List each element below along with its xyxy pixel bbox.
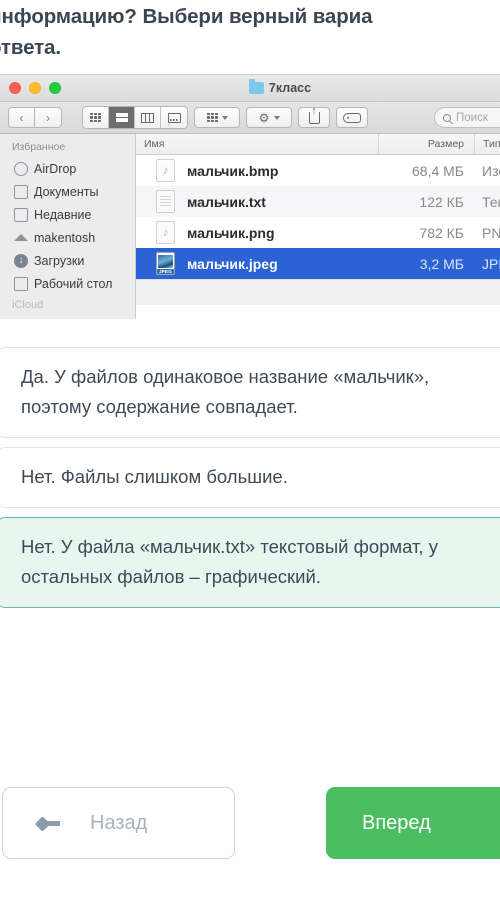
table-row[interactable]: мальчик.txt 122 КБ Текст — [136, 186, 500, 217]
file-name-label: мальчик.png — [187, 224, 275, 241]
arrange-icon — [206, 113, 218, 122]
finder-window: 7класс ‹ › ⚙ ↑ Поиск Избранное AirDrop Д… — [0, 74, 500, 319]
recents-icon — [14, 207, 28, 222]
file-kind-cell: JPEG — [482, 255, 500, 272]
answer-option-3-selected[interactable]: Нет. У файла «мальчик.txt» текстовый фор… — [0, 517, 500, 608]
share-button[interactable] — [298, 107, 330, 128]
view-mode-segmented-control[interactable] — [82, 106, 188, 129]
answer-options-list: Да. У файлов одинаковое название «мальчи… — [0, 347, 500, 617]
music-file-icon: ♪ — [156, 221, 175, 244]
chevron-down-icon — [274, 115, 280, 120]
gear-icon: ⚙ — [258, 110, 270, 125]
file-kind-cell: Изоб...BM — [482, 162, 500, 179]
sidebar-item-label: Документы — [34, 184, 99, 199]
sidebar-item-documents[interactable]: Документы — [0, 180, 135, 203]
question-heading-container: информацию? Выбери верный вариа ответа. — [0, 0, 500, 70]
back-button[interactable]: Назад — [2, 787, 235, 859]
sidebar-item-recents[interactable]: Недавние — [0, 203, 135, 226]
sidebar-section-header: Избранное — [12, 141, 66, 153]
table-row-selected[interactable]: мальчик.jpeg 3,2 МБ JPEG — [136, 248, 500, 279]
sidebar-item-downloads[interactable]: ↓ Загрузки — [0, 249, 135, 272]
finder-status-bar — [136, 279, 500, 305]
finder-file-list: Имя Размер Тип ♪ мальчик.bmp 68,4 МБ Изо… — [136, 134, 500, 319]
search-input[interactable]: Поиск — [434, 107, 500, 128]
documents-icon — [14, 184, 28, 199]
next-button[interactable]: Вперед — [326, 787, 500, 859]
downloads-icon: ↓ — [14, 253, 28, 268]
tag-icon — [343, 112, 361, 123]
zoom-icon[interactable] — [49, 82, 61, 94]
file-name-cell: ♪ мальчик.bmp — [136, 159, 378, 182]
finder-title-label: 7класс — [268, 81, 312, 95]
finder-sidebar: Избранное AirDrop Документы Недавние mak… — [0, 134, 136, 319]
forward-icon[interactable]: › — [35, 107, 62, 128]
answer-option-2[interactable]: Нет. Файлы слишком большие. — [0, 447, 500, 508]
home-icon — [14, 234, 28, 241]
file-kind-cell: PNG — [482, 224, 500, 241]
jpeg-file-icon — [156, 252, 175, 275]
finder-body: Избранное AirDrop Документы Недавние mak… — [0, 134, 500, 319]
back-button-label: Назад — [90, 811, 148, 834]
arrange-by-button[interactable] — [194, 107, 240, 128]
gallery-view-icon[interactable] — [161, 107, 187, 128]
file-name-label: мальчик.bmp — [187, 162, 279, 179]
file-size-cell: 3,2 МБ — [419, 255, 464, 272]
next-button-label: Вперед — [362, 811, 431, 834]
chevron-down-icon — [221, 115, 228, 120]
file-size-cell: 122 КБ — [419, 193, 464, 210]
folder-icon — [248, 79, 264, 94]
finder-window-title: 7класс — [0, 79, 500, 95]
file-name-label: мальчик.jpeg — [187, 255, 278, 272]
share-icon — [308, 111, 320, 124]
answer-option-1[interactable]: Да. У файлов одинаковое название «мальчи… — [0, 347, 500, 438]
sidebar-item-label: Загрузки — [34, 253, 85, 268]
table-row[interactable]: ♪ мальчик.bmp 68,4 МБ Изоб...BM — [136, 155, 500, 186]
file-name-cell: мальчик.txt — [136, 190, 378, 213]
search-icon — [443, 113, 451, 122]
file-name-cell: мальчик.jpeg — [136, 252, 378, 275]
finder-toolbar: ‹ › ⚙ ↑ Поиск — [0, 102, 500, 134]
column-header-name[interactable]: Имя — [136, 138, 378, 150]
nav-buttons: ‹ › — [8, 107, 62, 128]
sidebar-item-label: Недавние — [34, 207, 92, 222]
minimize-icon[interactable] — [29, 82, 41, 94]
traffic-lights — [9, 82, 61, 94]
back-icon[interactable]: ‹ — [8, 107, 35, 128]
close-icon[interactable] — [9, 82, 21, 94]
text-file-icon — [156, 190, 175, 213]
file-name-label: мальчик.txt — [187, 193, 266, 210]
airdrop-icon — [14, 161, 28, 176]
action-menu-button[interactable]: ⚙ — [246, 107, 292, 128]
search-placeholder: Поиск — [456, 111, 488, 124]
sidebar-item-desktop[interactable]: Рабочий стол — [0, 272, 135, 295]
desktop-icon — [14, 276, 28, 291]
list-view-icon[interactable] — [109, 107, 135, 128]
column-header-size[interactable]: Размер — [378, 134, 474, 154]
file-kind-cell: Текст — [482, 193, 500, 210]
page-title: информацию? Выбери верный вариа ответа. — [0, 5, 373, 59]
table-row[interactable]: ♪ мальчик.png 782 КБ PNG — [136, 217, 500, 248]
column-view-icon[interactable] — [135, 107, 161, 128]
file-size-cell: 782 КБ — [419, 224, 464, 241]
finder-titlebar: 7класс — [0, 75, 500, 102]
file-list-column-headers: Имя Размер Тип — [136, 134, 500, 155]
sidebar-item-label: AirDrop — [34, 161, 77, 176]
file-name-cell: ♪ мальчик.png — [136, 221, 378, 244]
sidebar-item-airdrop[interactable]: AirDrop — [0, 157, 135, 180]
column-header-kind[interactable]: Тип — [474, 134, 500, 154]
sidebar-item-label: makentosh — [34, 230, 96, 245]
tag-button[interactable] — [336, 107, 368, 128]
file-size-cell: 68,4 МБ — [412, 162, 464, 179]
sidebar-item-makentosh[interactable]: makentosh — [0, 226, 135, 249]
finder-screenshot-image: 7класс ‹ › ⚙ ↑ Поиск Избранное AirDrop Д… — [0, 74, 500, 319]
sidebar-item-label: Рабочий стол — [34, 276, 113, 291]
sidebar-section-icloud[interactable]: iCloud — [0, 299, 135, 311]
music-file-icon: ♪ — [156, 159, 175, 182]
arrow-left-icon — [37, 814, 60, 832]
icon-view-icon[interactable] — [83, 107, 109, 128]
